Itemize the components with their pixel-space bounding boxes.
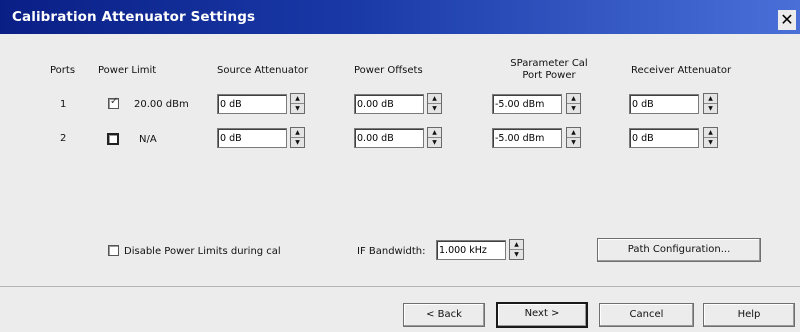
power-limit-value-port-2: N/A <box>139 134 157 145</box>
source-attenuator-field-port-1[interactable] <box>217 94 287 114</box>
header-power-offsets: Power Offsets <box>354 65 423 76</box>
spin-down-icon[interactable]: ▼ <box>291 104 304 113</box>
port-2-label: 2 <box>60 133 67 144</box>
header-sparameter-line2: Port Power <box>522 70 576 81</box>
header-sparameter-line1: SParameter Cal <box>510 58 588 69</box>
disable-power-limits-label: Disable Power Limits during cal <box>124 246 281 257</box>
spin-up-icon[interactable]: ▲ <box>567 94 580 104</box>
spin-up-icon[interactable]: ▲ <box>510 240 523 250</box>
disable-power-limits-checkbox[interactable] <box>108 245 119 256</box>
power-offset-input-port-1[interactable] <box>357 97 419 111</box>
header-ports: Ports <box>50 65 76 76</box>
spin-down-icon[interactable]: ▼ <box>704 104 717 113</box>
receiver-attenuator-field-port-2[interactable] <box>629 128 699 148</box>
power-offset-field-port-1[interactable] <box>354 94 424 114</box>
spin-down-icon[interactable]: ▼ <box>704 138 717 147</box>
sparam-port-power-spinner-port-1[interactable]: ▲ ▼ <box>566 93 581 114</box>
receiver-attenuator-spinner-port-1[interactable]: ▲ ▼ <box>703 93 718 114</box>
power-limit-checkbox-port-1[interactable]: ✓ <box>108 96 119 109</box>
spin-down-icon[interactable]: ▼ <box>567 138 580 147</box>
close-icon[interactable]: ✕ <box>778 10 796 30</box>
sparam-port-power-field-port-1[interactable] <box>492 94 562 114</box>
if-bandwidth-input[interactable] <box>439 243 501 257</box>
source-attenuator-spinner-port-1[interactable]: ▲ ▼ <box>290 93 305 114</box>
spin-up-icon[interactable]: ▲ <box>428 128 441 138</box>
check-icon: ✓ <box>110 96 119 107</box>
spin-up-icon[interactable]: ▲ <box>704 128 717 138</box>
cancel-button[interactable]: Cancel <box>599 303 694 327</box>
header-source-attenuator: Source Attenuator <box>217 65 309 76</box>
sparam-port-power-field-port-2[interactable] <box>492 128 562 148</box>
dialog-title: Calibration Attenuator Settings <box>12 9 256 25</box>
power-offset-spinner-port-2[interactable]: ▲ ▼ <box>427 127 442 148</box>
power-limit-value-port-1: 20.00 dBm <box>134 99 189 110</box>
receiver-attenuator-spinner-port-2[interactable]: ▲ ▼ <box>703 127 718 148</box>
footer-divider <box>0 286 800 287</box>
if-bandwidth-label: IF Bandwidth: <box>357 246 426 257</box>
calibration-attenuator-dialog: Calibration Attenuator Settings ✕ Ports … <box>0 0 800 332</box>
header-power-limit: Power Limit <box>98 65 157 76</box>
spin-down-icon[interactable]: ▼ <box>428 138 441 147</box>
title-bar: Calibration Attenuator Settings ✕ <box>0 0 800 34</box>
receiver-attenuator-field-port-1[interactable] <box>629 94 699 114</box>
header-sparameter-cal-port-power: SParameter Cal Port Power <box>494 58 604 82</box>
path-configuration-button[interactable]: Path Configuration... <box>597 238 761 262</box>
help-button[interactable]: Help <box>703 303 795 327</box>
spin-down-icon[interactable]: ▼ <box>428 104 441 113</box>
source-attenuator-field-port-2[interactable] <box>217 128 287 148</box>
spin-down-icon[interactable]: ▼ <box>510 250 523 259</box>
power-offset-input-port-2[interactable] <box>357 131 419 145</box>
if-bandwidth-field[interactable] <box>436 240 506 260</box>
spin-down-icon[interactable]: ▼ <box>567 104 580 113</box>
next-button[interactable]: Next > <box>496 302 588 328</box>
power-offset-spinner-port-1[interactable]: ▲ ▼ <box>427 93 442 114</box>
spin-down-icon[interactable]: ▼ <box>291 138 304 147</box>
spin-up-icon[interactable]: ▲ <box>291 94 304 104</box>
if-bandwidth-spinner[interactable]: ▲ ▼ <box>509 239 524 260</box>
spin-up-icon[interactable]: ▲ <box>567 128 580 138</box>
sparam-port-power-input-port-1[interactable] <box>495 97 557 111</box>
spin-up-icon[interactable]: ▲ <box>428 94 441 104</box>
power-offset-field-port-2[interactable] <box>354 128 424 148</box>
sparam-port-power-input-port-2[interactable] <box>495 131 557 145</box>
header-receiver-attenuator: Receiver Attenuator <box>631 65 732 76</box>
power-limit-checkbox-port-2[interactable] <box>107 133 119 145</box>
source-attenuator-input-port-2[interactable] <box>220 131 282 145</box>
spin-up-icon[interactable]: ▲ <box>291 128 304 138</box>
back-button[interactable]: < Back <box>403 303 485 327</box>
source-attenuator-input-port-1[interactable] <box>220 97 282 111</box>
source-attenuator-spinner-port-2[interactable]: ▲ ▼ <box>290 127 305 148</box>
port-1-label: 1 <box>60 99 67 110</box>
spin-up-icon[interactable]: ▲ <box>704 94 717 104</box>
sparam-port-power-spinner-port-2[interactable]: ▲ ▼ <box>566 127 581 148</box>
receiver-attenuator-input-port-2[interactable] <box>632 131 694 145</box>
receiver-attenuator-input-port-1[interactable] <box>632 97 694 111</box>
